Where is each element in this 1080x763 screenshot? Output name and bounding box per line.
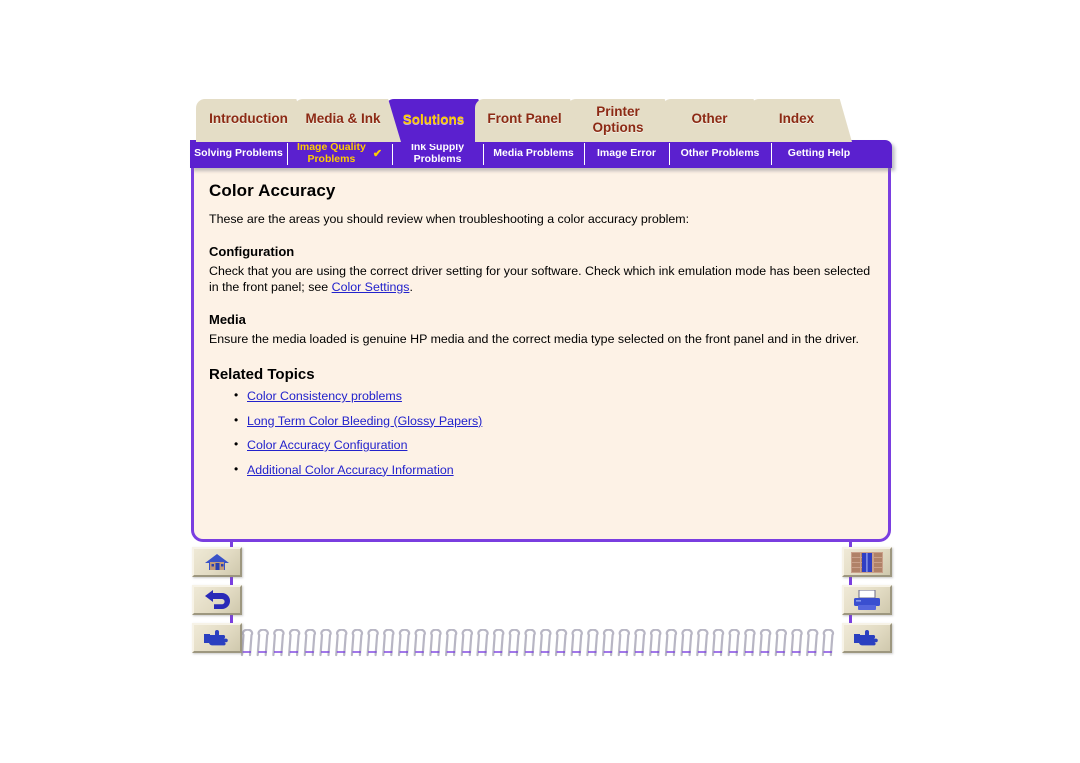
main-tab-label: Media & Ink xyxy=(305,111,381,127)
related-topic-item: Additional Color Accuracy Information xyxy=(234,462,872,477)
media-heading: Media xyxy=(209,311,246,327)
printer-icon xyxy=(852,589,882,611)
main-tab-bar: Introduction Media & Ink Solutions Front Pa… xyxy=(190,99,902,144)
configuration-paragraph: Check that you are using the correct dri… xyxy=(209,263,872,296)
checkmark-icon: ✔ xyxy=(372,147,383,160)
bookshelf-icon xyxy=(851,551,883,573)
related-topics-heading: Related Topics xyxy=(209,366,315,383)
main-tab-label: Other xyxy=(691,111,728,127)
main-tab-front-panel[interactable]: Front Panel xyxy=(475,99,583,142)
sub-tab-ink-supply-problems[interactable]: Ink Supply Problems xyxy=(392,140,483,168)
page-title: Color Accuracy xyxy=(209,181,336,200)
related-topic-link-2[interactable]: Long Term Color Bleeding (Glossy Papers) xyxy=(247,414,482,428)
sub-tab-label: Getting Help xyxy=(787,147,851,160)
home-icon xyxy=(204,552,230,572)
main-tab-label: Printer Options xyxy=(592,104,644,135)
previous-hand-icon xyxy=(853,629,881,647)
back-arrow-icon xyxy=(203,590,231,610)
intro-paragraph: These are the areas you should review wh… xyxy=(209,212,690,226)
sub-tab-bar: Solving Problems Image Quality Problems ✔ In… xyxy=(190,140,892,168)
main-tab-other[interactable]: Other xyxy=(662,99,766,142)
sub-tab-label: Solving Problems xyxy=(194,147,283,160)
spiral-coils xyxy=(240,629,835,657)
related-topic-item: Color Accuracy Configuration xyxy=(234,437,872,452)
help-book: Introduction Media & Ink Solutions Front Pa… xyxy=(190,99,902,661)
configuration-text-after: . xyxy=(409,280,413,294)
sub-tab-label: Other Problems xyxy=(680,147,760,160)
sub-tab-image-error[interactable]: Image Error xyxy=(584,140,669,168)
main-tab-media-ink[interactable]: Media & Ink xyxy=(294,99,401,142)
configuration-heading: Configuration xyxy=(209,243,295,259)
main-tab-label: Solutions xyxy=(402,112,465,128)
forward-button[interactable] xyxy=(192,623,242,653)
sub-tab-label: Image Quality Problems xyxy=(296,141,366,165)
sub-tab-label: Image Error xyxy=(597,147,656,160)
related-topic-item: Long Term Color Bleeding (Glossy Papers) xyxy=(234,413,872,428)
media-paragraph: Ensure the media loaded is genuine HP me… xyxy=(209,331,859,346)
index-button[interactable] xyxy=(842,547,892,577)
main-tab-label: Front Panel xyxy=(487,111,562,127)
sub-tab-other-problems[interactable]: Other Problems xyxy=(669,140,771,168)
content-page: Color Accuracy These are the areas you s… xyxy=(191,167,891,542)
sub-tab-image-quality-problems[interactable]: Image Quality Problems ✔ xyxy=(287,140,392,168)
color-settings-link[interactable]: Color Settings xyxy=(332,280,410,294)
configuration-text-before: Check that you are using the correct dri… xyxy=(209,263,871,295)
related-topic-link-1[interactable]: Color Consistency problems xyxy=(247,389,402,403)
previous-button[interactable] xyxy=(842,623,892,653)
related-topic-link-3[interactable]: Color Accuracy Configuration xyxy=(247,438,407,452)
back-button[interactable] xyxy=(192,585,242,615)
home-button[interactable] xyxy=(192,547,242,577)
main-tab-label: Index xyxy=(778,111,815,127)
sub-tab-solving-problems[interactable]: Solving Problems xyxy=(190,140,287,168)
sub-tab-media-problems[interactable]: Media Problems xyxy=(483,140,584,168)
main-tab-label: Introduction xyxy=(209,111,288,127)
sub-tab-label: Ink Supply Problems xyxy=(410,141,465,165)
main-tab-index[interactable]: Index xyxy=(750,99,852,142)
sub-tab-getting-help[interactable]: Getting Help xyxy=(771,140,867,168)
related-topic-item: Color Consistency problems xyxy=(234,388,872,403)
sub-tab-label: Media Problems xyxy=(493,147,574,160)
print-button[interactable] xyxy=(842,585,892,615)
forward-hand-icon xyxy=(203,629,231,647)
main-tab-introduction[interactable]: Introduction xyxy=(196,99,310,142)
main-tab-printer-options[interactable]: Printer Options xyxy=(567,99,678,142)
related-topics-list: Color Consistency problems Long Term Colo… xyxy=(209,388,872,477)
related-topic-link-4[interactable]: Additional Color Accuracy Information xyxy=(247,463,454,477)
spiral-binding xyxy=(238,629,838,659)
